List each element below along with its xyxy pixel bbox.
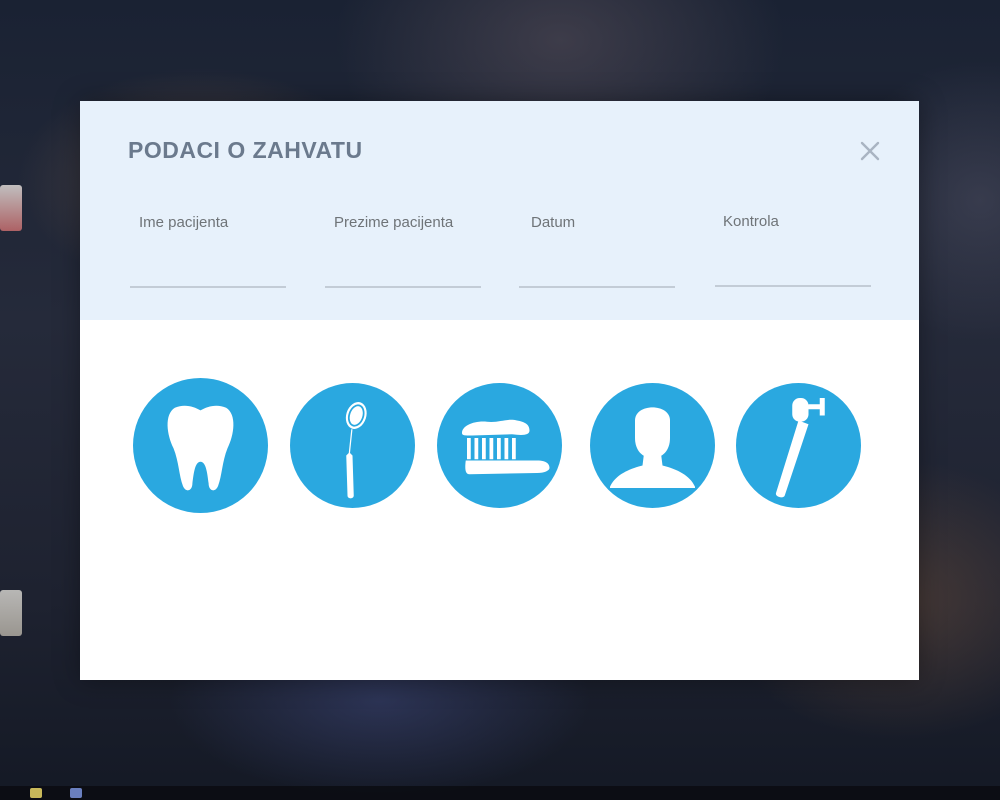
- patient-icon: [590, 383, 715, 508]
- tool-button-dental-drill[interactable]: [736, 383, 861, 508]
- date-field: Datum: [519, 199, 675, 291]
- last-name-field: Prezime pacijenta: [325, 199, 481, 291]
- close-icon: [860, 141, 880, 161]
- date-input[interactable]: [519, 254, 675, 288]
- close-button[interactable]: [856, 137, 884, 165]
- procedure-dialog: PODACI O ZAHVATU Ime pacijenta Prezime p…: [80, 101, 919, 680]
- first-name-field: Ime pacijenta: [130, 199, 286, 291]
- dialog-header: PODACI O ZAHVATU Ime pacijenta Prezime p…: [80, 101, 919, 320]
- tool-button-tooth[interactable]: [133, 378, 268, 513]
- dental-drill-icon: [736, 383, 861, 508]
- date-label: Datum: [531, 214, 576, 231]
- checkup-field: Kontrola: [715, 198, 871, 290]
- checkup-label: Kontrola: [723, 213, 779, 230]
- tool-button-dental-mirror[interactable]: [290, 383, 415, 508]
- first-name-input[interactable]: [130, 254, 286, 288]
- toothbrush-icon: [437, 383, 562, 508]
- last-name-label: Prezime pacijenta: [334, 214, 454, 231]
- first-name-label: Ime pacijenta: [139, 214, 229, 231]
- tooth-icon: [133, 378, 268, 513]
- last-name-input[interactable]: [325, 254, 481, 288]
- tool-button-toothbrush[interactable]: [437, 383, 562, 508]
- taskbar-app-icon[interactable]: [70, 788, 82, 798]
- desktop-file-icon[interactable]: [0, 590, 22, 636]
- checkup-input[interactable]: [715, 253, 871, 287]
- desktop-app-icon[interactable]: [0, 185, 22, 231]
- taskbar: [0, 786, 1000, 800]
- tool-button-patient[interactable]: [590, 383, 715, 508]
- taskbar-folder-icon[interactable]: [30, 788, 42, 798]
- dialog-title: PODACI O ZAHVATU: [128, 137, 363, 163]
- dental-mirror-icon: [290, 383, 415, 508]
